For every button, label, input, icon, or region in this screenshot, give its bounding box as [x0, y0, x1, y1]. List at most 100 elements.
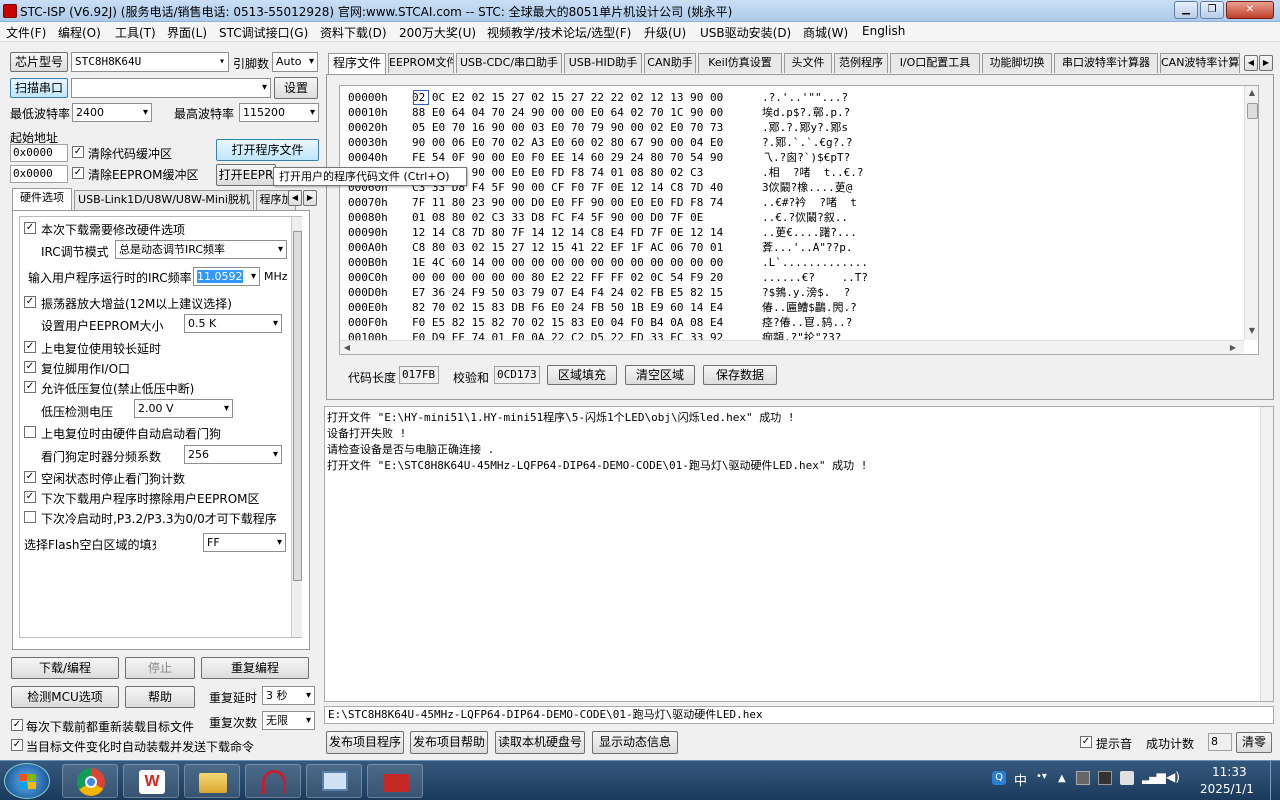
lvr-checkbox[interactable]: ✓	[24, 381, 36, 393]
lvd-select[interactable]: 2.00 V	[134, 399, 233, 418]
cold-boot-checkbox[interactable]	[24, 511, 36, 523]
beep-checkbox[interactable]: ✓	[1080, 736, 1092, 748]
tab-can-helper[interactable]: CAN助手	[644, 53, 696, 73]
tab-pin-switch[interactable]: 功能脚切换	[982, 53, 1052, 73]
menu-video[interactable]: 视频教学/技术论坛/选型(F)	[487, 24, 631, 41]
irc-freq-input[interactable]: 11.0592	[193, 267, 260, 286]
hex-row[interactable]: 00010h 88 E0 64 04 70 24 90 00 00 E0 64 0…	[348, 105, 1238, 120]
hex-vscrollbar[interactable]: ▲ ▼	[1244, 86, 1258, 340]
save-data-button[interactable]: 保存数据	[703, 365, 777, 385]
flash-fill-select[interactable]: FF	[203, 533, 286, 552]
menu-debug[interactable]: STC调试接口(G)	[219, 24, 308, 41]
settings-button[interactable]: 设置	[274, 77, 318, 99]
menu-mall[interactable]: 商城(W)	[803, 24, 848, 41]
hex-scroll-left-icon[interactable]: ◀	[340, 341, 354, 354]
close-button[interactable]: ✕	[1226, 1, 1274, 19]
volume-icon[interactable]: ◀)	[1166, 770, 1180, 784]
read-disk-button[interactable]: 读取本机硬盘号	[495, 731, 585, 754]
hex-row[interactable]: 00030h 90 00 06 E0 70 02 A3 E0 60 02 80 6…	[348, 135, 1238, 150]
hex-row[interactable]: 00050h00 E0 FF 90 00 E0 E0 FD F8 74 01 0…	[348, 165, 1238, 180]
start-button[interactable]	[4, 763, 50, 799]
auto-wdt-checkbox[interactable]	[24, 426, 36, 438]
detect-mcu-button[interactable]: 检测MCU选项	[11, 686, 119, 708]
hex-row[interactable]: 000E0h 82 70 02 15 83 DB F6 E0 24 FB 50 1…	[348, 300, 1238, 315]
repeat-count-select[interactable]: 无限	[262, 711, 315, 730]
tab-io-config[interactable]: I/O口配置工具	[890, 53, 980, 73]
hex-hscrollbar[interactable]: ◀ ▶	[340, 340, 1244, 354]
long-delay-checkbox[interactable]: ✓	[24, 341, 36, 353]
publish-help-button[interactable]: 发布项目帮助	[410, 731, 488, 754]
chip-model-button[interactable]: 芯片型号	[10, 52, 68, 72]
osc-gain-checkbox[interactable]: ✓	[24, 296, 36, 308]
tab-can-baud[interactable]: CAN波特率计算	[1160, 53, 1240, 73]
clear-count-button[interactable]: 清零	[1236, 732, 1272, 753]
chip-model-select[interactable]: STC8H8K64U	[71, 52, 229, 72]
tab-uart-baud[interactable]: 串口波特率计算器	[1054, 53, 1158, 73]
taskbar-explorer[interactable]	[184, 764, 240, 798]
max-baud-select[interactable]: 115200	[239, 103, 319, 122]
auto-load-checkbox[interactable]: ✓	[11, 739, 23, 751]
erase-eeprom-checkbox[interactable]: ✓	[24, 491, 36, 503]
ime-options-icon[interactable]: •▾	[1036, 771, 1047, 782]
tab-keil-sim[interactable]: Keil仿真设置	[698, 53, 782, 73]
hex-row[interactable]: 000F0h F0 E5 82 15 82 70 02 15 83 E0 04 F…	[348, 315, 1238, 330]
modify-hw-checkbox[interactable]: ✓	[24, 222, 36, 234]
download-program-button[interactable]: 下载/编程	[11, 657, 119, 679]
hex-row[interactable]: 000B0h 1E 4C 60 14 00 00 00 00 00 00 00 0…	[348, 255, 1238, 270]
taskbar-toolbox[interactable]	[367, 764, 423, 798]
taskbar-monitor[interactable]	[306, 764, 362, 798]
help-button[interactable]: 帮助	[125, 686, 195, 708]
tab-usb-cdc[interactable]: USB-CDC/串口助手	[456, 53, 562, 73]
menu-file[interactable]: 文件(F)	[6, 24, 46, 41]
options-scrollbar[interactable]	[291, 217, 302, 637]
show-dynamic-button[interactable]: 显示动态信息	[592, 731, 678, 754]
tab-header-file[interactable]: 头文件	[784, 53, 832, 73]
tray-expand-icon[interactable]: ▲	[1058, 773, 1066, 784]
publish-program-button[interactable]: 发布项目程序	[326, 731, 404, 754]
hex-scroll-up-icon[interactable]: ▲	[1245, 86, 1258, 100]
stop-button[interactable]: 停止	[125, 657, 195, 679]
hex-row[interactable]: 000C0h 00 00 00 00 00 00 80 E2 22 FF FF 0…	[348, 270, 1238, 285]
menu-program[interactable]: 编程(O)	[58, 24, 101, 41]
clear-area-button[interactable]: 清空区域	[625, 365, 695, 385]
taskbar-chrome[interactable]	[62, 764, 118, 798]
hex-scroll-down-icon[interactable]: ▼	[1245, 324, 1258, 338]
taskbar-wps[interactable]: W	[123, 764, 179, 798]
reload-file-checkbox[interactable]: ✓	[11, 719, 23, 731]
clock-date[interactable]: 2025/1/1	[1200, 782, 1254, 796]
clear-eeprom-checkbox[interactable]: ✓	[72, 167, 84, 179]
hex-row[interactable]: 00080h 01 08 80 02 C3 33 D8 FC F4 5F 90 0…	[348, 210, 1238, 225]
minimize-button[interactable]: ▁	[1174, 1, 1198, 19]
menu-english[interactable]: English	[862, 24, 905, 38]
pins-select[interactable]: Auto	[272, 52, 318, 72]
menu-prize[interactable]: 200万大奖(U)	[399, 24, 476, 41]
tab-examples[interactable]: 范例程序	[834, 53, 888, 73]
idle-wdt-checkbox[interactable]: ✓	[24, 471, 36, 483]
wdt-prescale-select[interactable]: 256	[184, 445, 282, 464]
repeat-program-button[interactable]: 重复编程	[201, 657, 309, 679]
min-baud-select[interactable]: 2400	[72, 103, 152, 122]
scan-port-button[interactable]: 扫描串口	[10, 78, 68, 98]
ime-search-icon[interactable]: Q	[992, 771, 1006, 785]
tray-app-icon[interactable]	[1076, 771, 1090, 785]
reset-io-checkbox[interactable]: ✓	[24, 361, 36, 373]
irc-mode-select[interactable]: 总是动态调节IRC频率	[115, 240, 287, 259]
tab-eeprom-file[interactable]: EEPROM文件	[388, 53, 454, 73]
tab-scroll-left[interactable]: ◀	[288, 190, 302, 206]
network-icon[interactable]: ▂▄▆	[1142, 770, 1166, 784]
menu-interface[interactable]: 界面(L)	[167, 24, 207, 41]
options-scrollbar-thumb[interactable]	[293, 231, 302, 581]
menu-download[interactable]: 资料下载(D)	[320, 24, 387, 41]
repeat-delay-select[interactable]: 3 秒	[262, 686, 315, 705]
tab-usb-link[interactable]: USB-Link1D/U8W/U8W-Mini脱机	[74, 190, 254, 210]
hex-vscroll-thumb[interactable]	[1247, 103, 1258, 119]
hex-row[interactable]: 00020h 05 E0 70 16 90 00 03 E0 70 79 90 0…	[348, 120, 1238, 135]
tab-program-file[interactable]: 程序文件	[328, 53, 386, 74]
port-select[interactable]	[71, 78, 271, 98]
hex-scroll-right-icon[interactable]: ▶	[1226, 341, 1240, 354]
tray-app2-icon[interactable]	[1098, 771, 1112, 785]
tab-scroll-right[interactable]: ▶	[303, 190, 317, 206]
taskbar-stc-isp[interactable]	[245, 764, 301, 798]
hex-view[interactable]: 00000h 02 0C E2 02 15 27 02 15 27 22 22 0…	[339, 85, 1259, 355]
tab-usb-hid[interactable]: USB-HID助手	[564, 53, 642, 73]
